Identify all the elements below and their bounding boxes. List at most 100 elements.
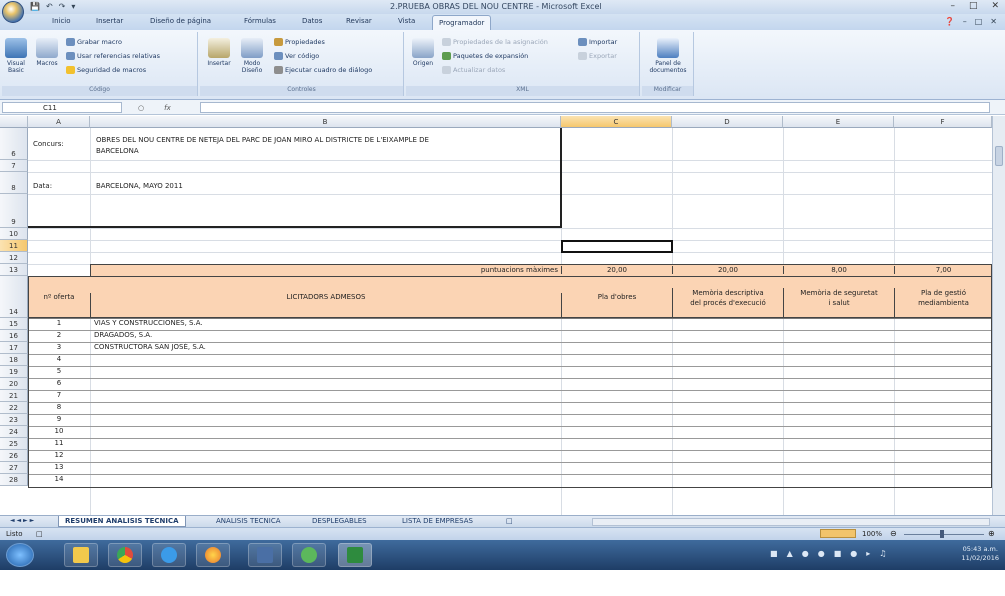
explorer-taskbar-button[interactable] <box>64 543 98 567</box>
row-header[interactable]: 10 <box>0 228 28 240</box>
column-header-b[interactable]: B <box>90 116 561 128</box>
row-header[interactable]: 7 <box>0 160 28 172</box>
row-header[interactable]: 21 <box>0 390 28 402</box>
fx-icon[interactable]: fx <box>164 104 171 112</box>
customize-icon[interactable]: ▾ <box>71 2 75 11</box>
sheet-tab-analisis[interactable]: ANALISIS TECNICA <box>210 516 287 527</box>
tray-icon[interactable]: ● <box>818 549 825 558</box>
excel-taskbar-button[interactable] <box>338 543 372 567</box>
workbook-minimize-button[interactable]: – <box>963 17 967 26</box>
view-buttons[interactable] <box>820 529 856 538</box>
grabar-macro-button[interactable]: Grabar macro <box>66 38 122 46</box>
propiedades-asignacion-button[interactable]: Propiedades de la asignación <box>442 38 548 46</box>
sheet-tab-lista-empresas[interactable]: LISTA DE EMPRESAS <box>396 516 479 527</box>
maximize-button[interactable]: □ <box>969 1 978 11</box>
save-icon[interactable]: 💾 <box>30 2 40 11</box>
row-header[interactable]: 20 <box>0 378 28 390</box>
row-header[interactable]: 14 <box>0 276 28 318</box>
seguridad-macros-button[interactable]: Seguridad de macros <box>66 66 146 74</box>
help-icon[interactable]: ❓ <box>945 17 955 26</box>
tab-datos[interactable]: Datos <box>302 17 322 25</box>
zoom-slider[interactable] <box>904 534 984 535</box>
workbook-restore-button[interactable]: □ <box>975 17 983 26</box>
undo-icon[interactable]: ↶ <box>46 2 53 11</box>
sheet-tab-desplegables[interactable]: DESPLEGABLES <box>306 516 373 527</box>
propiedades-button[interactable]: Propiedades <box>274 38 325 46</box>
column-header-d[interactable]: D <box>672 116 783 128</box>
row-header[interactable]: 15 <box>0 318 28 330</box>
column-header-c[interactable]: C <box>561 116 672 128</box>
new-sheet-icon[interactable]: □ <box>500 516 519 527</box>
utorrent-taskbar-button[interactable] <box>292 543 326 567</box>
tray-icon[interactable]: ■ <box>770 549 778 558</box>
origen-button[interactable]: Origen <box>410 38 436 67</box>
row-header[interactable]: 25 <box>0 438 28 450</box>
zoom-level[interactable]: 100% <box>862 530 882 538</box>
actualizar-datos-button[interactable]: Actualizar datos <box>442 66 505 74</box>
row-header[interactable]: 18 <box>0 354 28 366</box>
tab-vista[interactable]: Vista <box>398 17 415 25</box>
name-box[interactable]: C11 <box>2 102 122 113</box>
visual-basic-button[interactable]: Visual Basic <box>4 38 28 74</box>
tray-icon[interactable]: ● <box>850 549 857 558</box>
network-icon[interactable]: ▸ <box>866 549 870 558</box>
redo-icon[interactable]: ↷ <box>59 2 66 11</box>
sheet-nav-arrows[interactable]: ◄ ◄ ► ► <box>4 516 40 527</box>
row-header[interactable]: 23 <box>0 414 28 426</box>
worksheet-grid[interactable]: A B C D E F 6 7 8 9 10 11 12 13 14 15 16… <box>0 116 992 515</box>
importar-button[interactable]: Importar <box>578 38 617 46</box>
tray-icon[interactable]: ● <box>802 549 809 558</box>
office-button[interactable] <box>2 1 24 23</box>
scroll-thumb[interactable] <box>995 146 1003 166</box>
row-header[interactable]: 17 <box>0 342 28 354</box>
tab-formulas[interactable]: Fórmulas <box>244 17 276 25</box>
row-header[interactable]: 19 <box>0 366 28 378</box>
media-taskbar-button[interactable] <box>248 543 282 567</box>
usar-referencias-button[interactable]: Usar referencias relativas <box>66 52 160 60</box>
horizontal-scrollbar[interactable] <box>592 518 990 526</box>
macros-button[interactable]: Macros <box>34 38 60 67</box>
modo-diseno-button[interactable]: Modo Diseño <box>238 38 266 74</box>
macro-record-icon[interactable]: □ <box>36 530 43 538</box>
zoom-in-icon[interactable]: ⊕ <box>988 529 995 538</box>
select-all-corner[interactable] <box>0 116 28 128</box>
row-header[interactable]: 22 <box>0 402 28 414</box>
tab-insertar[interactable]: Insertar <box>96 17 123 25</box>
row-header[interactable]: 9 <box>0 194 28 228</box>
volume-icon[interactable]: ♫ <box>879 549 886 558</box>
row-header[interactable]: 12 <box>0 252 28 264</box>
row-header[interactable]: 11 <box>0 240 28 252</box>
tray-icon[interactable]: ■ <box>834 549 842 558</box>
workbook-close-button[interactable]: ✕ <box>990 17 997 26</box>
row-header[interactable]: 28 <box>0 474 28 486</box>
tray-icon[interactable]: ▲ <box>787 549 793 558</box>
ie-taskbar-button[interactable] <box>152 543 186 567</box>
panel-documentos-button[interactable]: Panel de documentos <box>646 38 690 74</box>
row-header[interactable]: 16 <box>0 330 28 342</box>
row-header[interactable]: 26 <box>0 450 28 462</box>
row-header[interactable]: 6 <box>0 128 28 160</box>
start-button[interactable] <box>6 543 34 567</box>
row-header[interactable]: 27 <box>0 462 28 474</box>
minimize-button[interactable]: – <box>950 1 955 11</box>
vertical-scrollbar[interactable] <box>992 116 1005 515</box>
taskbar-clock[interactable]: 05:43 a.m. 11/02/2016 <box>962 545 999 563</box>
chrome-taskbar-button[interactable] <box>108 543 142 567</box>
column-header-e[interactable]: E <box>783 116 894 128</box>
tab-diseno-pagina[interactable]: Diseño de página <box>150 17 211 25</box>
row-header[interactable]: 8 <box>0 172 28 194</box>
row-header[interactable]: 13 <box>0 264 28 276</box>
tab-inicio[interactable]: Inicio <box>52 17 71 25</box>
zoom-slider-thumb[interactable] <box>940 530 944 538</box>
formula-input[interactable] <box>200 102 990 113</box>
close-button[interactable]: ✕ <box>991 1 999 11</box>
insertar-control-button[interactable]: Insertar <box>204 38 234 67</box>
zoom-out-icon[interactable]: ⊖ <box>890 529 897 538</box>
row-header[interactable]: 24 <box>0 426 28 438</box>
ejecutar-dialogo-button[interactable]: Ejecutar cuadro de diálogo <box>274 66 372 74</box>
column-header-f[interactable]: F <box>894 116 992 128</box>
firefox-taskbar-button[interactable] <box>196 543 230 567</box>
tab-revisar[interactable]: Revisar <box>346 17 372 25</box>
selected-cell-c11[interactable] <box>561 240 673 253</box>
cancel-edit-icon[interactable]: ○ <box>138 104 144 112</box>
